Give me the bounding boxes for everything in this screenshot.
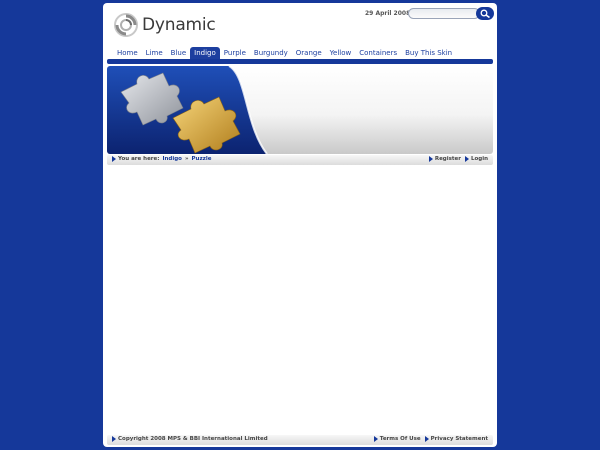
arrow-right-icon [464, 156, 469, 162]
page-container: Dynamic 29 April 2008 Home Lime Blue Ind… [103, 3, 497, 447]
site-logo[interactable]: Dynamic [113, 10, 216, 40]
arrow-right-icon [112, 436, 116, 442]
main-navigation: Home Lime Blue Indigo Purple Burgundy Or… [113, 47, 456, 59]
breadcrumb-prefix: You are here: [118, 156, 160, 162]
breadcrumb-separator: » [184, 156, 189, 162]
nav-item-yellow[interactable]: Yellow [326, 47, 356, 59]
nav-item-home[interactable]: Home [113, 47, 142, 59]
arrow-right-icon [112, 156, 116, 162]
search-button[interactable] [476, 7, 494, 20]
register-link[interactable]: Register [435, 156, 461, 162]
swirl-logo-icon [114, 13, 138, 37]
footer-links: Terms Of Use Privacy Statement [373, 436, 488, 442]
logo-text: Dynamic [142, 15, 216, 35]
login-link[interactable]: Login [471, 156, 488, 162]
nav-item-lime[interactable]: Lime [142, 47, 167, 59]
terms-link[interactable]: Terms Of Use [380, 436, 421, 442]
content-pane [107, 167, 493, 433]
breadcrumb-bar: You are here: Indigo » Puzzle Register L… [107, 155, 493, 165]
arrow-right-icon [428, 156, 433, 162]
nav-item-containers[interactable]: Containers [355, 47, 401, 59]
current-date: 29 April 2008 [365, 10, 411, 17]
breadcrumb-link-indigo[interactable]: Indigo [162, 156, 182, 162]
account-links: Register Login [428, 156, 488, 162]
arrow-right-icon [424, 436, 429, 442]
arrow-right-icon [373, 436, 378, 442]
breadcrumb-current-puzzle[interactable]: Puzzle [192, 156, 212, 162]
nav-item-burgundy[interactable]: Burgundy [250, 47, 292, 59]
copyright: Copyright 2008 MPS & BBI International L… [112, 436, 268, 442]
nav-item-indigo[interactable]: Indigo [190, 47, 220, 59]
magnifier-icon [480, 9, 490, 18]
header-banner [107, 66, 493, 154]
nav-item-blue[interactable]: Blue [167, 47, 191, 59]
puzzle-banner-image [107, 66, 268, 154]
nav-underline-bar [107, 59, 493, 64]
copyright-text: Copyright 2008 MPS & BBI International L… [118, 436, 268, 442]
breadcrumb: You are here: Indigo » Puzzle [112, 156, 211, 162]
nav-item-orange[interactable]: Orange [292, 47, 326, 59]
search-input[interactable] [408, 8, 480, 19]
footer-bar: Copyright 2008 MPS & BBI International L… [107, 435, 493, 445]
privacy-link[interactable]: Privacy Statement [431, 436, 488, 442]
nav-item-purple[interactable]: Purple [220, 47, 250, 59]
nav-item-buy-this-skin[interactable]: Buy This Skin [401, 47, 456, 59]
